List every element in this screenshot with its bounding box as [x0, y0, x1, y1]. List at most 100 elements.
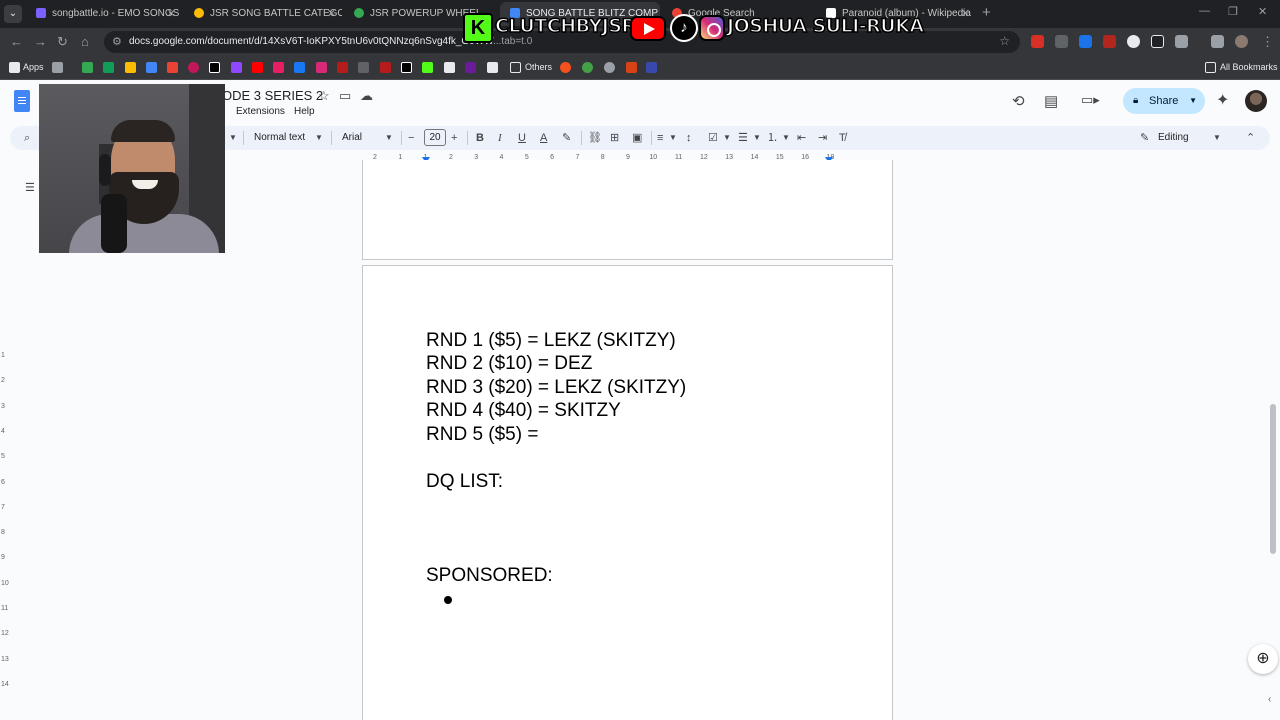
- increase-font-size-icon[interactable]: +: [451, 130, 457, 146]
- bookmark-icon[interactable]: [337, 62, 348, 73]
- bookmark-icon[interactable]: [560, 62, 571, 73]
- move-folder-icon[interactable]: ▭: [339, 88, 351, 104]
- bookmark-icon[interactable]: [444, 62, 455, 73]
- gemini-sparkle-icon[interactable]: ✦: [1216, 90, 1229, 110]
- italic-icon[interactable]: I: [498, 130, 502, 146]
- hide-menus-icon[interactable]: ⌃: [1246, 130, 1255, 146]
- close-window-icon[interactable]: ✕: [1258, 5, 1267, 18]
- minimize-window-icon[interactable]: —: [1199, 5, 1210, 17]
- bold-icon[interactable]: B: [476, 130, 484, 146]
- search-menus-icon[interactable]: ⌕: [24, 130, 30, 146]
- insert-link-icon[interactable]: ⛓: [588, 130, 602, 146]
- round-4-line[interactable]: RND 4 ($40) = SKITZY: [426, 400, 621, 422]
- bookmark-icon[interactable]: [103, 62, 114, 73]
- line-spacing-icon[interactable]: ↕: [686, 130, 692, 146]
- decrease-font-size-icon[interactable]: −: [408, 130, 414, 146]
- side-panel-chevron-icon[interactable]: ‹: [1268, 694, 1271, 705]
- chevron-down-icon[interactable]: ▼: [782, 130, 790, 146]
- bookmark-icon[interactable]: [146, 62, 157, 73]
- round-5-line[interactable]: RND 5 ($5) =: [426, 424, 538, 446]
- editing-mode-select[interactable]: Editing: [1158, 130, 1189, 146]
- tab-songbattle[interactable]: songbattle.io - EMO SONGS ✕: [26, 2, 182, 26]
- highlight-color-icon[interactable]: ✎: [562, 130, 571, 146]
- paragraph-style-select[interactable]: Normal text: [254, 130, 305, 146]
- bookmark-icon[interactable]: [604, 62, 615, 73]
- font-size-input[interactable]: 20: [424, 129, 446, 146]
- document-page[interactable]: [362, 160, 893, 260]
- bookmark-icon[interactable]: [487, 62, 498, 73]
- bookmark-icon[interactable]: [582, 62, 593, 73]
- align-left-icon[interactable]: ≡: [657, 130, 663, 146]
- bookmark-icon[interactable]: [626, 62, 637, 73]
- bookmark-folder-others[interactable]: Others: [525, 62, 552, 72]
- pdf-extension-icon[interactable]: [1103, 35, 1116, 48]
- home-icon[interactable]: ⌂: [81, 34, 89, 49]
- site-info-icon[interactable]: ⚙: [112, 35, 122, 48]
- restore-window-icon[interactable]: ❐: [1228, 5, 1238, 18]
- extension-icon[interactable]: [1055, 35, 1068, 48]
- bookmark-icon[interactable]: [188, 62, 199, 73]
- tab-song-battle-category[interactable]: JSR SONG BATTLE CATEGORY ✕: [184, 2, 342, 26]
- chevron-down-icon[interactable]: ▼: [1189, 88, 1197, 114]
- round-3-line[interactable]: RND 3 ($20) = LEKZ (SKITZY): [426, 377, 686, 399]
- menu-help[interactable]: Help: [294, 106, 315, 117]
- facebook-bookmark-icon[interactable]: [294, 62, 305, 73]
- sponsored-heading[interactable]: SPONSORED:: [426, 565, 553, 587]
- explore-icon[interactable]: ⊕: [1248, 644, 1278, 674]
- close-tab-icon[interactable]: ✕: [961, 2, 970, 26]
- bookmark-icon[interactable]: [52, 62, 63, 73]
- extensions-puzzle-icon[interactable]: [1175, 35, 1188, 48]
- bookmark-icon[interactable]: [273, 62, 284, 73]
- chevron-down-icon[interactable]: ▼: [669, 130, 677, 146]
- increase-indent-icon[interactable]: ⇥: [818, 130, 827, 146]
- chevron-down-icon[interactable]: ▼: [315, 130, 323, 146]
- bookmark-icon[interactable]: [82, 62, 93, 73]
- reload-icon[interactable]: ↻: [57, 34, 68, 50]
- text-color-icon[interactable]: A: [540, 130, 547, 146]
- forward-icon[interactable]: →: [34, 34, 47, 49]
- chevron-down-icon[interactable]: ▼: [723, 130, 731, 146]
- decrease-indent-icon[interactable]: ⇤: [797, 130, 806, 146]
- new-tab-button[interactable]: +: [982, 4, 991, 21]
- clear-formatting-icon[interactable]: T̸: [839, 130, 846, 146]
- back-icon[interactable]: ←: [10, 34, 23, 49]
- document-title[interactable]: ODE 3 SERIES 2: [222, 88, 323, 103]
- tiktok-bookmark-icon[interactable]: [209, 62, 220, 73]
- close-tab-icon[interactable]: ✕: [327, 2, 336, 26]
- chevron-down-icon[interactable]: ▼: [1213, 130, 1221, 146]
- google-docs-logo-icon[interactable]: [14, 90, 30, 112]
- adblock-extension-icon[interactable]: [1031, 35, 1044, 48]
- meet-camera-icon[interactable]: ▭▸: [1081, 92, 1100, 108]
- bookmark-icon[interactable]: [358, 62, 369, 73]
- vertical-ruler[interactable]: 1 2 3 4 5 6 7 8 9 10 11 12 13 14: [0, 166, 10, 720]
- chevron-down-icon[interactable]: ▼: [385, 130, 393, 146]
- extension-icon[interactable]: [1151, 35, 1164, 48]
- tab-powerup-wheel[interactable]: JSR POWERUP WHEEL: [344, 2, 478, 26]
- bookmark-star-icon[interactable]: ☆: [999, 34, 1010, 48]
- apps-grid-icon[interactable]: [9, 62, 20, 73]
- insert-image-icon[interactable]: ▣: [632, 130, 642, 146]
- round-2-line[interactable]: RND 2 ($10) = DEZ: [426, 353, 592, 375]
- bookmark-apps[interactable]: Apps: [23, 62, 44, 72]
- bookmark-icon[interactable]: [380, 62, 391, 73]
- kick-bookmark-icon[interactable]: [422, 62, 433, 73]
- round-1-line[interactable]: RND 1 ($5) = LEKZ (SKITZY): [426, 330, 676, 352]
- bookmark-icon[interactable]: [167, 62, 178, 73]
- extension-icon[interactable]: [1079, 35, 1092, 48]
- share-button[interactable]: 🔒︎ Share ▼: [1123, 88, 1205, 114]
- x-bookmark-icon[interactable]: [401, 62, 412, 73]
- version-history-icon[interactable]: ⟲: [1012, 92, 1025, 110]
- add-comment-icon[interactable]: ⊞: [610, 130, 619, 146]
- scrollbar-thumb[interactable]: [1270, 404, 1276, 554]
- tab-search-button[interactable]: ⌄: [4, 5, 22, 23]
- media-controls-icon[interactable]: [1211, 35, 1224, 48]
- chevron-down-icon[interactable]: ▼: [753, 130, 761, 146]
- youtube-bookmark-icon[interactable]: [252, 62, 263, 73]
- close-tab-icon[interactable]: ✕: [167, 2, 176, 26]
- menu-extensions[interactable]: Extensions: [236, 106, 285, 117]
- chrome-menu-icon[interactable]: ⋮: [1261, 34, 1274, 50]
- account-avatar[interactable]: [1245, 90, 1267, 112]
- star-icon[interactable]: ☆: [318, 88, 330, 104]
- numbered-list-icon[interactable]: ⒈: [767, 130, 778, 146]
- instagram-bookmark-icon[interactable]: [316, 62, 327, 73]
